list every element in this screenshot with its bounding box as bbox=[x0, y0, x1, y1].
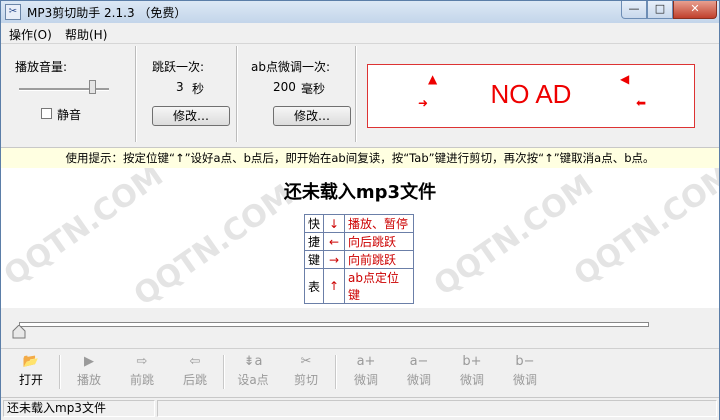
tool-label: 后跳 bbox=[182, 373, 207, 387]
main-title: 还未载入mp3文件 bbox=[1, 178, 719, 204]
tool-label: 微调 bbox=[512, 373, 537, 387]
shortcut-key: ← bbox=[323, 232, 346, 251]
ab-adjust-value: 200 bbox=[273, 80, 296, 94]
tool-label: 打开 bbox=[18, 373, 43, 387]
a-plus-icon: a+ bbox=[356, 354, 376, 369]
volume-label: 播放音量: bbox=[15, 60, 68, 74]
toolbar-divider bbox=[223, 355, 225, 389]
a-minus-button[interactable]: a− 微调 bbox=[397, 353, 441, 393]
table-row: 表 ↑ ab点定位键 bbox=[303, 268, 415, 304]
arrow-up-icon: ▲ bbox=[428, 72, 438, 86]
ab-adjust-modify-button[interactable]: 修改… bbox=[273, 106, 351, 126]
mute-label: 静音 bbox=[57, 108, 82, 122]
tool-label: 微调 bbox=[353, 373, 378, 387]
toolbar-divider bbox=[59, 355, 61, 389]
b-minus-button[interactable]: b− 微调 bbox=[503, 353, 547, 393]
shortcut-key: ↓ bbox=[323, 214, 346, 233]
play-button[interactable]: ▶ 播放 bbox=[67, 353, 111, 393]
forward-button[interactable]: ⇨ 前跳 bbox=[120, 353, 164, 393]
jump-label: 跳跃一次: bbox=[152, 60, 205, 74]
set-a-button[interactable]: ⇟a 设a点 bbox=[231, 353, 275, 393]
table-row: 捷 ← 向后跳跃 bbox=[303, 232, 415, 251]
ab-adjust-unit: 毫秒 bbox=[301, 82, 326, 96]
tool-label: 剪切 bbox=[293, 373, 318, 387]
main-area: QQTN.COM QQTN.COM QQTN.COM QQTN.COM 还未载入… bbox=[1, 168, 719, 308]
shortcut-side-label: 键 bbox=[303, 250, 325, 269]
tool-label: 设a点 bbox=[237, 373, 269, 387]
seek-slider-thumb[interactable] bbox=[12, 325, 26, 339]
window-title: MP3剪切助手 2.1.3 （免费） bbox=[27, 6, 187, 20]
menu-help[interactable]: 帮助(H) bbox=[65, 26, 107, 43]
shortcut-action: 向前跳跃 bbox=[344, 250, 415, 269]
table-row: 快 ↓ 播放、暂停 bbox=[303, 214, 415, 233]
folder-icon: 📂 bbox=[22, 354, 40, 369]
jump-value: 3 bbox=[176, 80, 184, 94]
shortcut-action: 播放、暂停 bbox=[344, 214, 415, 233]
ab-adjust-panel: ab点微调一次: 200 毫秒 修改… bbox=[237, 46, 356, 142]
arrow-left-small-icon: ◀ bbox=[620, 72, 630, 86]
open-button[interactable]: 📂 打开 bbox=[9, 353, 53, 393]
status-bar: 还未载入mp3文件 bbox=[1, 397, 719, 420]
toolbar-divider bbox=[335, 355, 337, 389]
b-minus-icon: b− bbox=[515, 354, 535, 369]
shortcut-table: 快 ↓ 播放、暂停 捷 ← 向后跳跃 键 → 向前跳跃 表 ↑ ab点定位键 bbox=[303, 214, 415, 304]
shortcut-action: ab点定位键 bbox=[344, 268, 415, 304]
arrow-left-icon: ⬅ bbox=[636, 96, 647, 110]
usage-hint: 使用提示：按定位键“↑”设好a点、b点后，即开始在ab间复读，按“Tab”键进行… bbox=[1, 147, 719, 169]
tool-label: 播放 bbox=[76, 373, 101, 387]
menu-operate[interactable]: 操作(O) bbox=[9, 26, 52, 43]
scissors-icon: ✂ bbox=[300, 354, 312, 369]
app-scissors-icon[interactable]: ✂ bbox=[5, 4, 21, 20]
b-plus-button[interactable]: b+ 微调 bbox=[450, 353, 494, 393]
table-row: 键 → 向前跳跃 bbox=[303, 250, 415, 269]
controls-area: 播放音量: 静音 跳跃一次: 3 秒 修改… ab点微调一次: 200 毫秒 修… bbox=[1, 44, 719, 144]
shortcut-side-label: 快 bbox=[303, 214, 325, 233]
close-button[interactable]: ✕ bbox=[673, 1, 717, 19]
status-extra bbox=[157, 400, 717, 417]
jump-unit: 秒 bbox=[192, 82, 205, 96]
jump-panel: 跳跃一次: 3 秒 修改… bbox=[136, 46, 237, 142]
title-bar[interactable]: ✂ MP3剪切助手 2.1.3 （免费） — □ ✕ bbox=[1, 1, 719, 23]
mute-checkbox[interactable] bbox=[41, 108, 52, 119]
a-minus-icon: a− bbox=[409, 354, 429, 369]
main-title-bold: mp3 bbox=[355, 182, 401, 203]
tool-label: 微调 bbox=[406, 373, 431, 387]
seek-area bbox=[1, 309, 719, 347]
set-a-icon: ⇟a bbox=[243, 354, 263, 369]
tool-label: 前跳 bbox=[129, 373, 154, 387]
ad-banner: NO AD ▲ ➜ ◀ ⬅ bbox=[367, 64, 695, 128]
ab-adjust-label: ab点微调一次: bbox=[251, 60, 331, 74]
a-plus-button[interactable]: a+ 微调 bbox=[344, 353, 388, 393]
toolbar: 📂 打开 ▶ 播放 ⇨ 前跳 ⇦ 后跳 ⇟a 设a点 ✂ 剪切 a+ 微调 a−… bbox=[1, 348, 719, 397]
volume-panel: 播放音量: 静音 bbox=[1, 46, 136, 142]
cut-button[interactable]: ✂ 剪切 bbox=[284, 353, 328, 393]
main-title-suffix: 文件 bbox=[400, 182, 437, 203]
play-icon: ▶ bbox=[84, 354, 94, 369]
backward-button[interactable]: ⇦ 后跳 bbox=[173, 353, 217, 393]
forward-icon: ⇨ bbox=[136, 354, 148, 369]
maximize-button[interactable]: □ bbox=[647, 1, 673, 19]
backward-icon: ⇦ bbox=[189, 354, 201, 369]
b-plus-icon: b+ bbox=[462, 354, 482, 369]
shortcut-key: → bbox=[323, 250, 346, 269]
shortcut-side-label: 表 bbox=[303, 268, 325, 304]
volume-slider-thumb[interactable] bbox=[89, 80, 96, 94]
app-window: ✂ MP3剪切助手 2.1.3 （免费） — □ ✕ 操作(O) 帮助(H) 播… bbox=[0, 0, 720, 420]
shortcut-key: ↑ bbox=[323, 268, 346, 304]
menu-bar: 操作(O) 帮助(H) bbox=[1, 23, 719, 44]
shortcut-action: 向后跳跃 bbox=[344, 232, 415, 251]
jump-modify-button[interactable]: 修改… bbox=[152, 106, 230, 126]
minimize-button[interactable]: — bbox=[621, 1, 647, 19]
arrow-right-icon: ➜ bbox=[418, 96, 429, 110]
shortcut-side-label: 捷 bbox=[303, 232, 325, 251]
main-title-prefix: 还未载入 bbox=[283, 182, 356, 203]
seek-track[interactable] bbox=[19, 322, 649, 327]
tool-label: 微调 bbox=[459, 373, 484, 387]
status-text: 还未载入mp3文件 bbox=[3, 400, 155, 417]
